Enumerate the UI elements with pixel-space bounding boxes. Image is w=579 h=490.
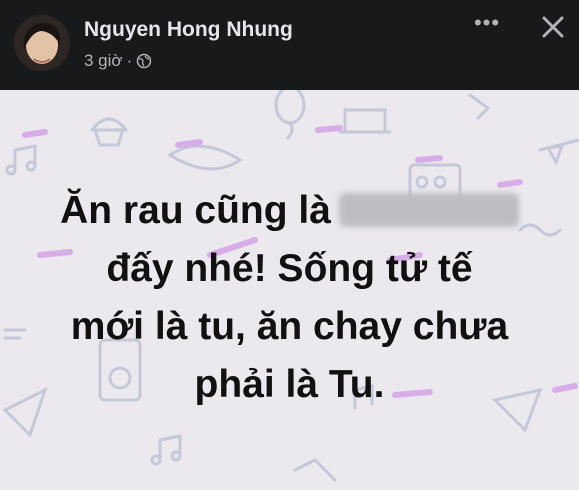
- avatar-image: [14, 15, 70, 71]
- author-name[interactable]: Nguyen Hong Nhung: [84, 18, 293, 42]
- post-text: Ăn rau cũng là đấy nhé! Sống tử tế mới l…: [0, 182, 579, 414]
- more-options-icon[interactable]: •••: [470, 8, 504, 42]
- globe-icon: [136, 53, 152, 69]
- meta-separator: ·: [126, 51, 133, 70]
- post-text-line-3: mới là tu, ăn chay chưa: [70, 305, 509, 348]
- blurred-redaction: [338, 193, 519, 227]
- post-meta: 3 giờ ·: [84, 51, 152, 71]
- avatar[interactable]: [14, 15, 70, 71]
- close-icon[interactable]: [536, 10, 570, 44]
- post-text-line-4: phải là Tu.: [194, 363, 385, 406]
- post-text-line-1: Ăn rau cũng là: [0, 182, 579, 240]
- post-time[interactable]: 3 giờ: [84, 51, 123, 71]
- post-text-line-2: đấy nhé! Sống tử tế: [106, 247, 473, 290]
- post-content: Ăn rau cũng là đấy nhé! Sống tử tế mới l…: [0, 90, 579, 490]
- post-header: Nguyen Hong Nhung 3 giờ · •••: [0, 0, 579, 90]
- post-text-line-1-text: Ăn rau cũng là: [60, 189, 331, 232]
